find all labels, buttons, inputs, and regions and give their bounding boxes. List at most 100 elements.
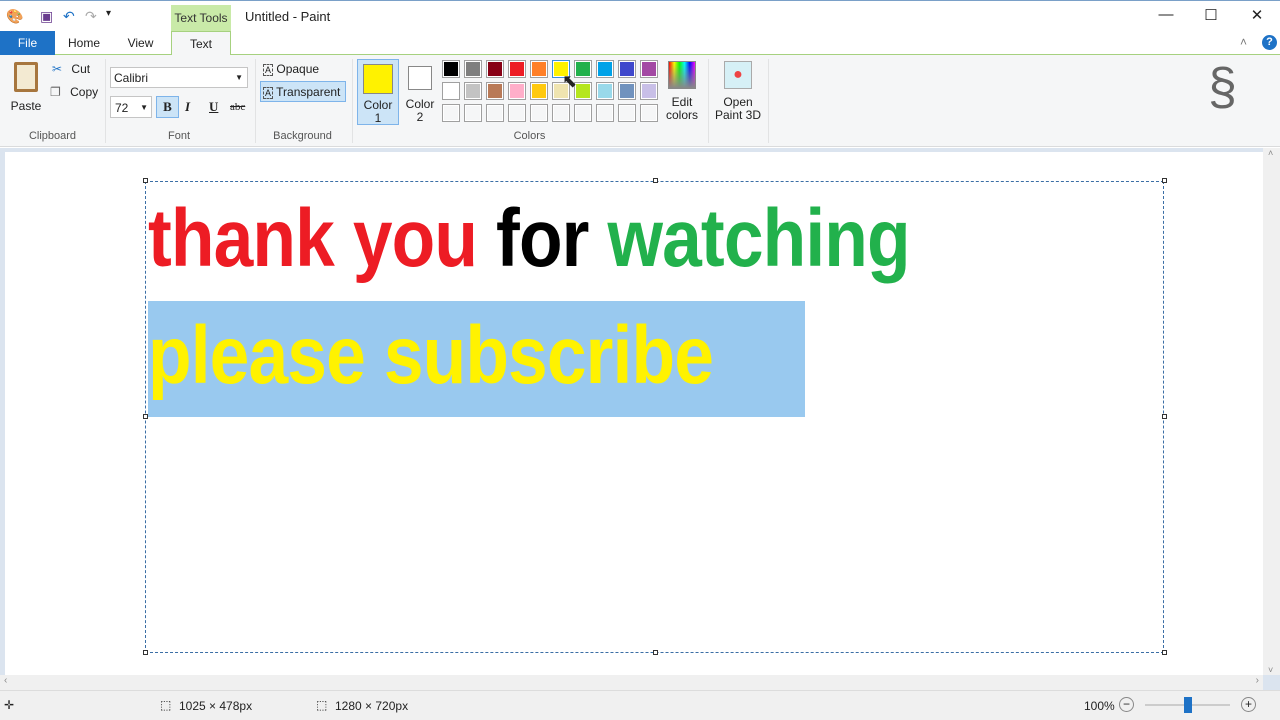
palette-swatch[interactable]	[618, 104, 636, 122]
canvas-size-icon: ⬚	[316, 698, 328, 712]
vertical-scrollbar[interactable]: ˄ ˅	[1263, 148, 1280, 675]
color-spectrum-icon	[668, 61, 696, 89]
opaque-icon: A	[263, 64, 274, 76]
palette-swatch[interactable]	[640, 60, 658, 78]
palette-swatch[interactable]	[640, 104, 658, 122]
word-thank-you: thank you	[148, 193, 478, 284]
underline-button[interactable]: U	[209, 99, 218, 115]
chevron-down-icon: ▼	[235, 73, 243, 82]
help-icon[interactable]: ?	[1262, 35, 1277, 50]
font-family-value: Calibri	[114, 71, 149, 85]
palette-swatch[interactable]	[486, 60, 504, 78]
text-line-1: thank you for watching	[148, 192, 911, 286]
paste-label: Paste	[10, 99, 42, 113]
font-group-label: Font	[167, 130, 190, 142]
undo-icon[interactable]: ↶	[63, 8, 75, 25]
bold-button[interactable]: B	[156, 96, 179, 118]
palette-swatch[interactable]	[574, 104, 592, 122]
colors-group-label: Colors	[513, 130, 546, 142]
cursor-position-icon: ✛	[4, 698, 15, 712]
palette-swatch[interactable]	[464, 104, 482, 122]
ribbon-tabs: File Home View Text ˄ ?	[0, 31, 1280, 56]
clipboard-group-label: Clipboard	[28, 130, 77, 142]
canvas-area: thank you for watching please subscribe	[0, 148, 1280, 690]
clipboard-icon	[14, 62, 38, 92]
redo-icon[interactable]: ↷	[85, 8, 97, 25]
palette-swatch[interactable]	[618, 82, 636, 100]
palette-swatch[interactable]	[486, 82, 504, 100]
edit-colors-button[interactable]: Edit colors	[664, 61, 700, 122]
tab-view[interactable]: View	[118, 31, 163, 55]
close-button[interactable]: ✕	[1242, 6, 1272, 24]
minimize-button[interactable]: —	[1151, 6, 1181, 23]
italic-button[interactable]: I	[185, 99, 190, 115]
chevron-down-icon: ▼	[140, 103, 148, 112]
horizontal-scrollbar[interactable]: ‹ ›	[0, 675, 1263, 690]
palette-swatch[interactable]	[464, 60, 482, 78]
color1-swatch	[363, 64, 393, 94]
transparent-button[interactable]: A Transparent	[260, 81, 346, 102]
copy-icon: ❐	[50, 85, 61, 99]
palette-swatch[interactable]	[640, 82, 658, 100]
strikethrough-button[interactable]: abc	[230, 101, 245, 113]
font-size-value: 72	[115, 101, 129, 115]
canvas[interactable]: thank you for watching please subscribe	[5, 152, 1263, 675]
palette-swatch[interactable]	[442, 60, 460, 78]
palette-swatch[interactable]	[530, 82, 548, 100]
collapse-ribbon-icon[interactable]: ˄	[1240, 35, 1247, 49]
open-paint3d-button[interactable]: ● Open Paint 3D	[712, 61, 764, 122]
tab-home[interactable]: Home	[60, 31, 108, 55]
font-family-select[interactable]: Calibri ▼	[110, 67, 248, 88]
word-for: for	[496, 193, 589, 284]
color1-button[interactable]: Color 1	[357, 59, 399, 125]
palette-swatch[interactable]	[508, 82, 526, 100]
scissors-icon: ✂	[52, 62, 63, 76]
palette-swatch[interactable]	[442, 82, 460, 100]
palette-swatch[interactable]	[596, 82, 614, 100]
color2-swatch	[408, 66, 432, 90]
tab-file[interactable]: File	[0, 31, 55, 55]
palette-swatch[interactable]	[596, 60, 614, 78]
zoom-slider-thumb[interactable]	[1183, 697, 1192, 713]
color-palette	[442, 60, 662, 126]
save-icon[interactable]: ▣	[40, 8, 53, 25]
palette-swatch[interactable]	[530, 104, 548, 122]
transparent-label: Transparent	[276, 85, 341, 99]
palette-swatch[interactable]	[486, 104, 504, 122]
opaque-button[interactable]: A Opaque	[263, 62, 319, 76]
title-bar: 🎨 ▣ ↶ ↷ ▾ Text Tools Untitled - Paint — …	[0, 0, 1280, 32]
palette-swatch[interactable]	[596, 104, 614, 122]
copy-label: Copy	[70, 85, 99, 99]
text-box-selection[interactable]: thank you for watching please subscribe	[145, 181, 1164, 653]
zoom-in-button[interactable]: +	[1241, 697, 1256, 712]
palette-swatch[interactable]	[552, 104, 570, 122]
dragon-logo: §	[1208, 58, 1237, 116]
customize-toolbar-icon[interactable]: ▾	[106, 8, 111, 19]
palette-swatch[interactable]	[464, 82, 482, 100]
selection-size: 1025 × 478px	[179, 699, 253, 713]
tab-text[interactable]: Text	[171, 31, 231, 56]
opaque-label: Opaque	[276, 62, 320, 76]
paste-button[interactable]: Paste	[8, 59, 44, 119]
color2-number: 2	[416, 110, 424, 124]
palette-swatch[interactable]	[618, 60, 636, 78]
ribbon: Paste ✂ Cut ❐ Copy Clipboard Calibri ▼ 72…	[0, 55, 1280, 147]
maximize-button[interactable]: ☐	[1196, 6, 1226, 24]
edit-colors-label: Edit colors	[665, 95, 698, 122]
mouse-cursor-icon: ⬉	[562, 71, 578, 91]
palette-swatch[interactable]	[530, 60, 548, 78]
palette-swatch[interactable]	[508, 104, 526, 122]
font-size-select[interactable]: 72 ▼	[110, 96, 152, 118]
cut-label: Cut	[71, 62, 91, 76]
selection-size-icon: ⬚	[160, 698, 172, 712]
color2-button[interactable]: Color 2	[401, 59, 439, 125]
paint3d-icon: ●	[724, 61, 752, 89]
cut-button[interactable]: ✂ Cut	[52, 62, 90, 76]
copy-button[interactable]: ❐ Copy	[50, 85, 98, 99]
window-title: Untitled - Paint	[245, 9, 331, 24]
word-watching: watching	[607, 193, 911, 284]
zoom-out-button[interactable]: −	[1119, 697, 1134, 712]
status-bar: ✛ ⬚ 1025 × 478px ⬚ 1280 × 720px 100% − +	[0, 690, 1280, 720]
palette-swatch[interactable]	[508, 60, 526, 78]
palette-swatch[interactable]	[442, 104, 460, 122]
